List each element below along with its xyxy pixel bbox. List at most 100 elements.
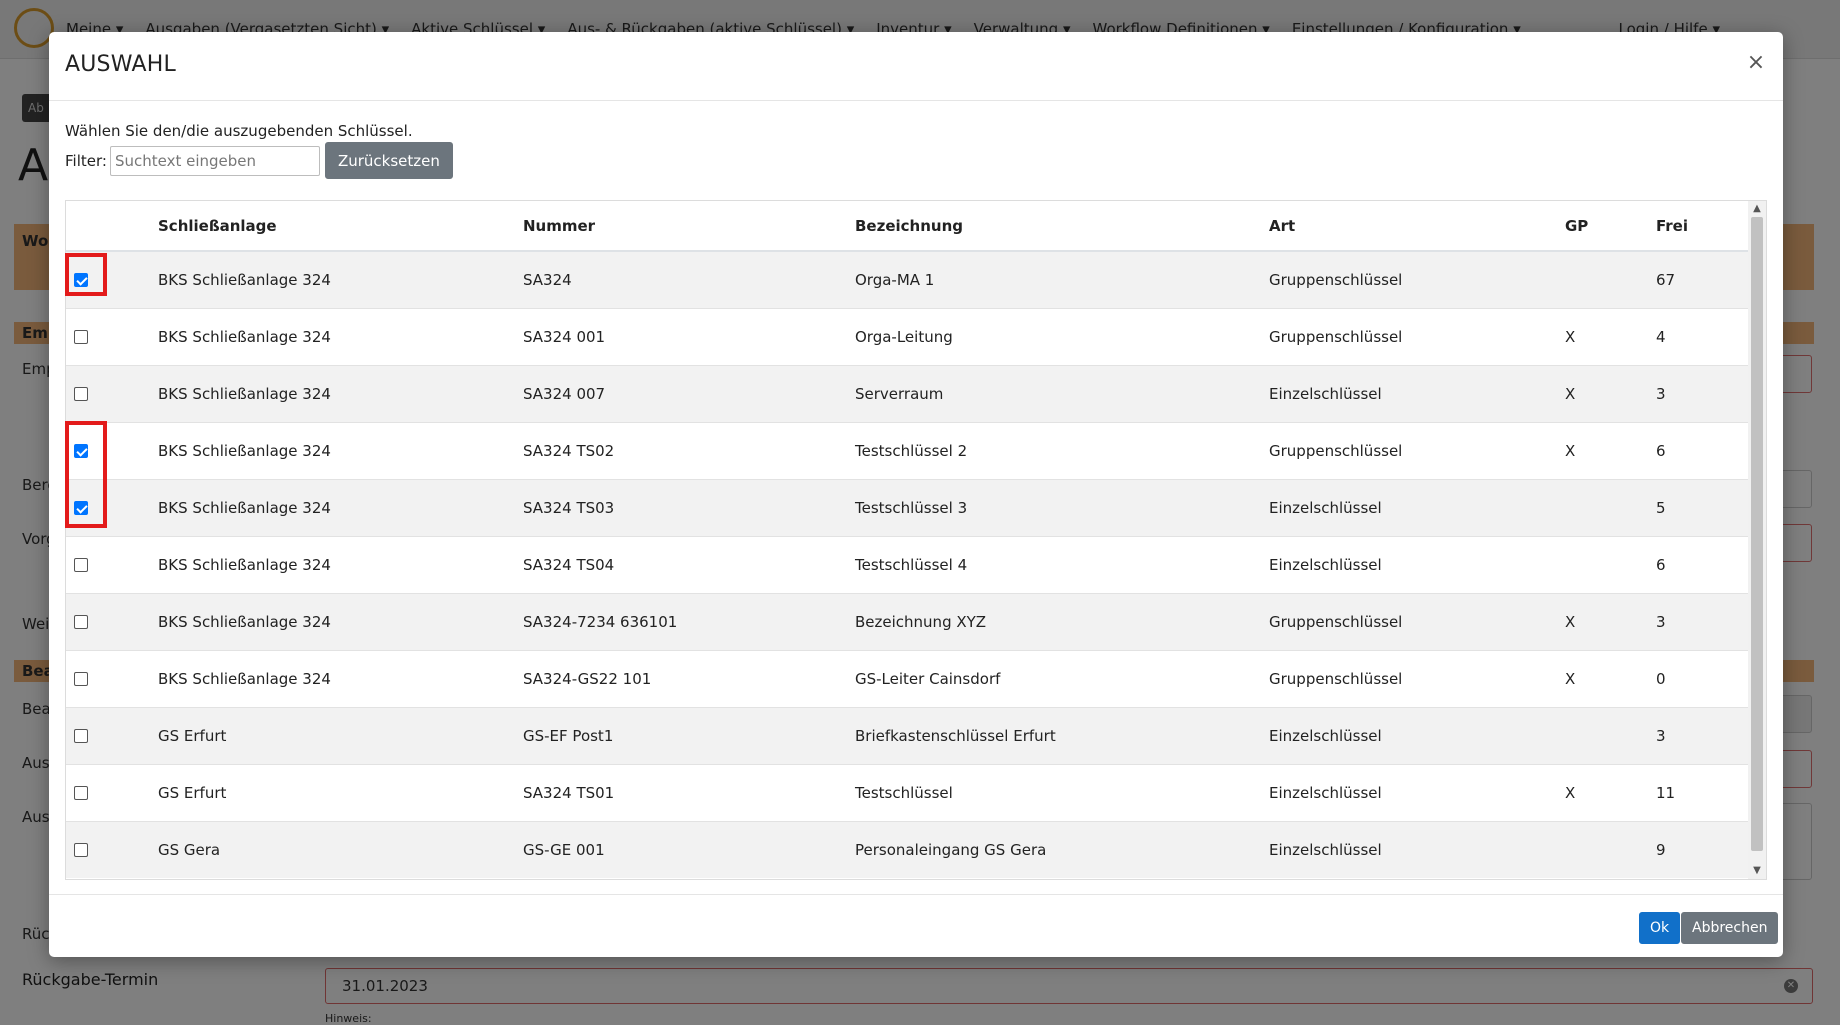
table-row[interactable]: BKS Schließanlage 324 SA324 Orga-MA 1 Grupp… (66, 250, 1749, 308)
scroll-up-icon[interactable]: ▲ (1748, 201, 1766, 217)
table-row[interactable]: GS Gera GS-GE 001 Personaleingang GS Gera E… (66, 820, 1749, 878)
cell-schliessanlage: BKS Schließanlage 324 (154, 649, 519, 707)
cell-frei: 6 (1652, 535, 1749, 593)
cell-bezeichnung: Testschlüssel 3 (851, 478, 1265, 536)
cell-nummer: SA324-7234 636101 (519, 592, 851, 650)
cell-art: Gruppenschlüssel (1265, 250, 1561, 308)
table-row[interactable]: BKS Schließanlage 324 SA324-GS22 101 GS-Le… (66, 649, 1749, 707)
cell-schliessanlage: BKS Schließanlage 324 (154, 535, 519, 593)
row-checkbox[interactable] (74, 558, 88, 572)
row-checkbox[interactable] (74, 273, 88, 288)
row-checkbox[interactable] (74, 729, 88, 743)
row-checkbox[interactable] (74, 672, 88, 686)
key-table-container: Schließanlage Nummer Bezeichnung Art GP … (65, 200, 1767, 880)
modal-title: AUSWAHL (65, 52, 176, 77)
cell-frei: 6 (1652, 421, 1749, 479)
row-checkbox[interactable] (74, 786, 88, 800)
cell-bezeichnung: Testschlüssel 4 (851, 535, 1265, 593)
cell-gp: X (1561, 421, 1652, 479)
cell-bezeichnung: Bezeichnung XYZ (851, 592, 1265, 650)
cell-frei: 3 (1652, 364, 1749, 422)
row-checkbox[interactable] (74, 843, 88, 858)
row-checkbox[interactable] (74, 387, 88, 401)
table-row[interactable]: BKS Schließanlage 324 SA324 TS02 Testschlü… (66, 421, 1749, 479)
cell-art: Einzelschlüssel (1265, 364, 1561, 422)
cell-nummer: SA324 TS04 (519, 535, 851, 593)
cell-frei: 9 (1652, 820, 1749, 878)
cell-gp: X (1561, 592, 1652, 650)
cell-nummer: SA324 007 (519, 364, 851, 422)
row-checkbox[interactable] (74, 501, 88, 515)
column-header-bezeichnung[interactable]: Bezeichnung (851, 201, 1265, 252)
cell-nummer: SA324-GS22 101 (519, 649, 851, 707)
column-header-art[interactable]: Art (1265, 201, 1561, 252)
cell-gp: X (1561, 364, 1652, 422)
table-header-row: Schließanlage Nummer Bezeichnung Art GP … (66, 201, 1749, 252)
cell-schliessanlage: BKS Schließanlage 324 (154, 478, 519, 536)
cell-nummer: SA324 TS02 (519, 421, 851, 479)
cancel-button[interactable]: Abbrechen (1681, 912, 1779, 944)
cell-bezeichnung: Briefkastenschlüssel Erfurt (851, 706, 1265, 764)
cell-bezeichnung: Serverraum (851, 364, 1265, 422)
cell-art: Einzelschlüssel (1265, 478, 1561, 536)
cell-select (66, 478, 154, 536)
row-checkbox[interactable] (74, 615, 88, 629)
cell-schliessanlage: BKS Schließanlage 324 (154, 364, 519, 422)
cell-nummer: GS-GE 001 (519, 820, 851, 878)
modal-intro-text: Wählen Sie den/die auszugebenden Schlüss… (65, 122, 413, 140)
table-scrollbar[interactable]: ▲ ▼ (1748, 201, 1766, 879)
column-header-schliessanlage[interactable]: Schließanlage (154, 201, 519, 252)
cell-select (66, 535, 154, 593)
cell-select (66, 706, 154, 764)
cell-select (66, 250, 154, 308)
table-row[interactable]: BKS Schließanlage 324 SA324-7234 636101 Be… (66, 592, 1749, 650)
cell-frei: 5 (1652, 478, 1749, 536)
cell-frei: 3 (1652, 592, 1749, 650)
cell-art: Einzelschlüssel (1265, 820, 1561, 878)
column-header-nummer[interactable]: Nummer (519, 201, 851, 252)
cell-art: Gruppenschlüssel (1265, 649, 1561, 707)
row-checkbox[interactable] (74, 330, 88, 344)
cell-nummer: SA324 001 (519, 307, 851, 365)
cell-nummer: SA324 (519, 250, 851, 308)
reset-button[interactable]: Zurücksetzen (324, 142, 453, 179)
table-row[interactable]: BKS Schließanlage 324 SA324 TS04 Testschlü… (66, 535, 1749, 593)
cell-gp (1561, 250, 1652, 308)
cell-select (66, 364, 154, 422)
ok-button[interactable]: Ok (1639, 912, 1681, 944)
row-checkbox[interactable] (74, 444, 88, 458)
table-row[interactable]: BKS Schließanlage 324 SA324 007 Serverraum… (66, 364, 1749, 422)
cell-nummer: SA324 TS03 (519, 478, 851, 536)
scroll-thumb[interactable] (1751, 217, 1763, 851)
table-row[interactable]: GS Erfurt SA324 TS01 Testschlüssel Einzelsc… (66, 763, 1749, 821)
cell-bezeichnung: Orga-Leitung (851, 307, 1265, 365)
cell-schliessanlage: GS Gera (154, 820, 519, 878)
cell-nummer: GS-EF Post1 (519, 706, 851, 764)
cell-gp: X (1561, 649, 1652, 707)
cell-select (66, 307, 154, 365)
cell-select (66, 421, 154, 479)
filter-label: Filter: (65, 151, 107, 170)
filter-input[interactable] (109, 145, 320, 176)
cell-bezeichnung: Orga-MA 1 (851, 250, 1265, 308)
table-row[interactable]: BKS Schließanlage 324 SA324 TS03 Testschlü… (66, 478, 1749, 536)
column-header-gp[interactable]: GP (1561, 201, 1652, 252)
cell-art: Gruppenschlüssel (1265, 592, 1561, 650)
column-header-frei[interactable]: Frei (1652, 201, 1749, 252)
scroll-down-icon[interactable]: ▼ (1748, 863, 1766, 879)
cell-bezeichnung: Testschlüssel (851, 763, 1265, 821)
cell-frei: 4 (1652, 307, 1749, 365)
cell-gp: X (1561, 307, 1652, 365)
cell-gp (1561, 820, 1652, 878)
cell-select (66, 592, 154, 650)
cell-select (66, 763, 154, 821)
cell-schliessanlage: BKS Schließanlage 324 (154, 250, 519, 308)
close-button[interactable]: × (1743, 50, 1769, 76)
key-table: Schließanlage Nummer Bezeichnung Art GP … (66, 201, 1749, 878)
table-row[interactable]: GS Erfurt GS-EF Post1 Briefkastenschlüssel… (66, 706, 1749, 764)
table-row[interactable]: BKS Schließanlage 324 SA324 001 Orga-Leitu… (66, 307, 1749, 365)
cell-gp (1561, 535, 1652, 593)
cell-nummer: SA324 TS01 (519, 763, 851, 821)
cell-gp (1561, 706, 1652, 764)
cell-bezeichnung: Personaleingang GS Gera (851, 820, 1265, 878)
